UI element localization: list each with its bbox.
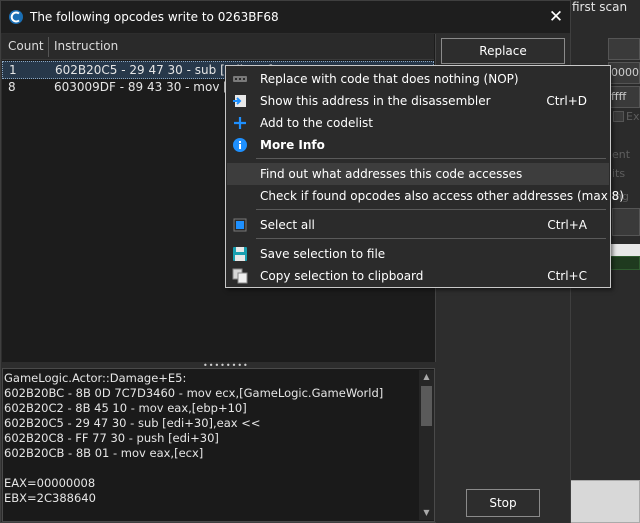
copy-icon — [232, 268, 248, 284]
disassembler-icon — [233, 95, 246, 107]
detail-line: EAX=00000008 — [4, 476, 96, 490]
menu-item-copy-selection[interactable]: Copy selection to clipboard Ctrl+C — [227, 265, 609, 287]
detail-line: 602B20C8 - FF 77 30 - push [edi+30] — [4, 431, 219, 445]
replace-button[interactable]: Replace — [441, 38, 565, 64]
menu-item-label: Add to the codelist — [260, 116, 373, 130]
menu-item-more-info[interactable]: More Info — [227, 134, 609, 156]
menu-item-shortcut: Ctrl+D — [546, 94, 587, 108]
stop-button[interactable]: Stop — [466, 489, 540, 517]
background-button — [612, 208, 640, 236]
menu-item-label: Find out what addresses this code access… — [260, 167, 523, 181]
detail-line: 602B20C2 - 8B 45 10 - mov eax,[ebp+10] — [4, 401, 247, 415]
save-icon — [233, 247, 247, 261]
scroll-up-icon[interactable]: ▲ — [419, 370, 434, 384]
menu-item-label: Save selection to file — [260, 247, 386, 261]
menu-item-label: Show this address in the disassembler — [260, 94, 491, 108]
background-window-title: first scan — [572, 0, 628, 14]
background-hex-field-2: ffff — [608, 86, 640, 108]
detail-scrollbar[interactable]: ▲ ▼ — [419, 370, 434, 520]
column-header-instruction[interactable]: Instruction — [54, 39, 118, 53]
detail-line: GameLogic.Actor::Damage+E5: — [4, 371, 187, 385]
menu-item-show-disassembler[interactable]: Show this address in the disassembler Ct… — [227, 90, 609, 112]
row-count: 1 — [9, 63, 17, 77]
menu-item-label: Select all — [260, 218, 315, 232]
row-count: 8 — [8, 80, 16, 94]
menu-item-label: Check if found opcodes also access other… — [260, 189, 624, 203]
background-white-panel — [570, 480, 640, 523]
detail-line: EBX=2C388640 — [4, 491, 96, 505]
nop-icon — [233, 76, 247, 82]
detail-line: 602B20C5 - 29 47 30 - sub [edi+30],eax <… — [4, 416, 261, 430]
info-icon — [233, 138, 247, 152]
menu-item-save-selection[interactable]: Save selection to file — [227, 243, 609, 265]
context-menu: Replace with code that does nothing (NOP… — [225, 65, 624, 288]
menu-item-nop[interactable]: Replace with code that does nothing (NOP… — [227, 68, 609, 90]
background-label-ex: Ex — [626, 110, 640, 123]
list-header: Count Instruction — [2, 34, 434, 60]
background-label-its: its — [612, 167, 626, 180]
close-icon[interactable]: ✕ — [542, 5, 570, 29]
menu-item-select-all[interactable]: Select all Ctrl+A — [227, 214, 609, 236]
menu-item-shortcut: Ctrl+C — [547, 269, 587, 283]
menu-item-shortcut: Ctrl+A — [547, 218, 587, 232]
column-divider[interactable] — [48, 37, 49, 57]
cheat-engine-icon — [9, 10, 23, 24]
menu-item-check-other-addresses[interactable]: Check if found opcodes also access other… — [227, 185, 624, 207]
dialog-title: The following opcodes write to 0263BF68 — [30, 10, 279, 24]
scroll-thumb[interactable] — [421, 386, 432, 426]
menu-separator — [256, 238, 606, 239]
column-header-count[interactable]: Count — [8, 39, 44, 53]
dialog-titlebar: The following opcodes write to 0263BF68 … — [1, 1, 570, 33]
background-hex-field-1: 0000 — [608, 62, 640, 84]
detail-line: 602B20CB - 8B 01 - mov eax,[ecx] — [4, 446, 204, 460]
menu-item-label: Copy selection to clipboard — [260, 269, 424, 283]
background-field — [608, 38, 640, 60]
menu-item-add-codelist[interactable]: Add to the codelist — [227, 112, 609, 134]
detail-textbox[interactable]: GameLogic.Actor::Damage+E5: 602B20BC - 8… — [2, 368, 435, 522]
background-label-ent: ent — [612, 148, 631, 161]
menu-item-find-addresses[interactable]: Find out what addresses this code access… — [227, 163, 609, 185]
menu-item-label: Replace with code that does nothing (NOP… — [260, 72, 519, 86]
menu-item-label: More Info — [260, 138, 325, 152]
detail-line: 602B20BC - 8B 0D 7C7D3460 - mov ecx,[Gam… — [4, 386, 384, 400]
menu-separator — [256, 158, 606, 159]
scroll-down-icon[interactable]: ▼ — [419, 506, 434, 520]
plus-icon — [234, 117, 246, 129]
select-all-icon — [233, 218, 247, 232]
background-checkbox — [613, 111, 624, 122]
menu-separator — [256, 209, 606, 210]
